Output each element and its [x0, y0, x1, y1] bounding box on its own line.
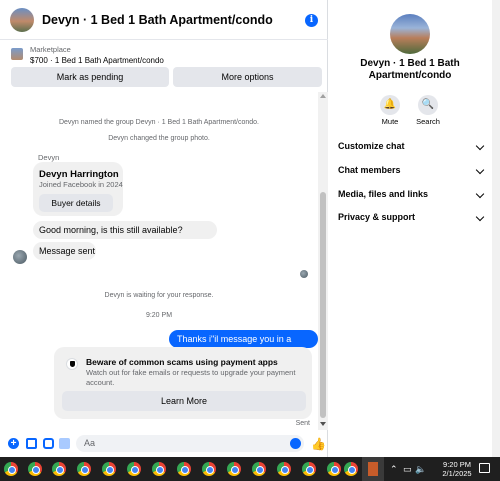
chrome-icon[interactable]: [28, 462, 42, 476]
search-label[interactable]: Search: [408, 117, 448, 126]
message-input[interactable]: Aa: [76, 435, 304, 452]
chevron-down-icon: [475, 141, 485, 151]
chrome-icon[interactable]: [202, 462, 216, 476]
group-avatar[interactable]: [10, 7, 34, 32]
messenger-window: Devyn · 1 Bed 1 Bath Apartment/condo i M…: [0, 0, 500, 457]
search-icon[interactable]: 🔍: [418, 95, 438, 115]
chevron-up-icon[interactable]: ⌃: [390, 464, 398, 475]
learn-more-button[interactable]: Learn More: [62, 391, 306, 411]
sender-avatar[interactable]: [13, 250, 27, 264]
chrome-icon[interactable]: [344, 462, 358, 476]
info-icon[interactable]: i: [305, 14, 318, 27]
clock-time: 9:20 PM: [443, 460, 471, 469]
scam-warning-text: Watch out for fake emails or requests to…: [86, 368, 296, 387]
system-message: Devyn named the group Devyn · 1 Bed 1 Ba…: [58, 119, 259, 126]
menu-chat-members[interactable]: Chat members: [338, 165, 485, 179]
mute-label[interactable]: Mute: [370, 117, 410, 126]
sender-name: Devyn: [38, 153, 60, 162]
chat-header: Devyn · 1 Bed 1 Bath Apartment/condo i: [0, 0, 328, 40]
timestamp: 9:20 PM: [145, 312, 173, 319]
thumbs-up-icon[interactable]: 👍: [311, 437, 326, 451]
menu-label: Privacy & support: [338, 212, 416, 222]
chrome-icon[interactable]: [77, 462, 91, 476]
scam-warning-card: Beware of common scams using payment app…: [54, 347, 312, 419]
chevron-down-icon: [475, 189, 485, 199]
chrome-icon[interactable]: [227, 462, 241, 476]
chevron-down-icon: [475, 165, 485, 175]
read-receipt-avatar: [300, 270, 308, 278]
profile-card: Devyn Harrington Joined Facebook in 2024…: [33, 162, 123, 216]
listing-title[interactable]: $700 · 1 Bed 1 Bath Apartment/condo: [30, 56, 164, 65]
buyer-details-button[interactable]: Buyer details: [39, 194, 113, 212]
marketplace-label: Marketplace: [30, 45, 71, 54]
chat-title[interactable]: Devyn · 1 Bed 1 Bath Apartment/condo: [42, 13, 273, 27]
shield-icon: [66, 358, 78, 370]
chrome-icon[interactable]: [177, 462, 191, 476]
menu-privacy-support[interactable]: Privacy & support: [338, 212, 485, 226]
chrome-icon[interactable]: [52, 462, 66, 476]
emoji-icon[interactable]: [290, 438, 301, 449]
chrome-icon[interactable]: [152, 462, 166, 476]
menu-media-files-links[interactable]: Media, files and links: [338, 189, 485, 203]
notification-icon[interactable]: [479, 463, 490, 473]
system-message: Devyn is waiting for your response.: [104, 292, 214, 299]
message-bubble[interactable]: Good morning, is this still available? 7…: [33, 221, 217, 253]
info-scrollbar[interactable]: [492, 0, 500, 457]
menu-customize-chat[interactable]: Customize chat: [338, 141, 485, 155]
scam-warning-title: Beware of common scams using payment app…: [86, 357, 278, 367]
chrome-icon[interactable]: [327, 462, 341, 476]
chrome-icon[interactable]: [252, 462, 266, 476]
card-name: Devyn Harrington: [39, 169, 119, 180]
message-list: Devyn named the group Devyn · 1 Bed 1 Ba…: [0, 92, 318, 430]
scroll-up-arrow-icon[interactable]: [320, 94, 326, 98]
chevron-down-icon: [475, 212, 485, 222]
scroll-down-arrow-icon[interactable]: [320, 422, 326, 426]
system-message: Devyn changed the group photo.: [108, 135, 210, 142]
taskbar: ⌃ ▭ 🔈 9:20 PM 2/1/2025: [0, 457, 500, 481]
network-icon[interactable]: ▭: [403, 464, 412, 475]
info-title: Devyn · 1 Bed 1 Bath Apartment/condo: [360, 58, 460, 81]
chrome-icon[interactable]: [127, 462, 141, 476]
scroll-thumb[interactable]: [320, 192, 326, 418]
composer: + Aa 👍: [0, 431, 328, 455]
image-icon[interactable]: [26, 438, 37, 449]
chat-pane: Devyn · 1 Bed 1 Bath Apartment/condo i M…: [0, 0, 328, 457]
sticker-icon[interactable]: [43, 438, 54, 449]
chrome-icon[interactable]: [302, 462, 316, 476]
app-icon[interactable]: [368, 462, 378, 476]
listing-thumbnail[interactable]: [11, 48, 23, 60]
message-bubble[interactable]: Message sent: [33, 242, 96, 260]
outgoing-message[interactable]: Thanks i"il message you in a moment: [169, 330, 318, 362]
chrome-icon[interactable]: [4, 462, 18, 476]
info-pane: Devyn · 1 Bed 1 Bath Apartment/condo 🔔 M…: [329, 0, 500, 457]
card-subtitle: Joined Facebook in 2024: [39, 180, 123, 189]
clock-date: 2/1/2025: [442, 469, 472, 478]
bell-icon[interactable]: 🔔: [380, 95, 400, 115]
volume-icon[interactable]: 🔈: [415, 464, 426, 475]
menu-label: Media, files and links: [338, 189, 429, 199]
menu-label: Customize chat: [338, 141, 405, 151]
chrome-icon[interactable]: [102, 462, 116, 476]
sent-status: Sent: [295, 420, 310, 427]
message-scrollbar[interactable]: [318, 92, 328, 430]
chrome-icon[interactable]: [277, 462, 291, 476]
clock[interactable]: 9:20 PM 2/1/2025: [440, 460, 474, 478]
more-options-button[interactable]: More options: [173, 67, 322, 87]
gif-icon[interactable]: [59, 438, 70, 449]
menu-label: Chat members: [338, 165, 401, 175]
plus-icon[interactable]: +: [8, 438, 19, 449]
group-photo[interactable]: [390, 14, 430, 54]
mark-as-pending-button[interactable]: Mark as pending: [11, 67, 169, 87]
